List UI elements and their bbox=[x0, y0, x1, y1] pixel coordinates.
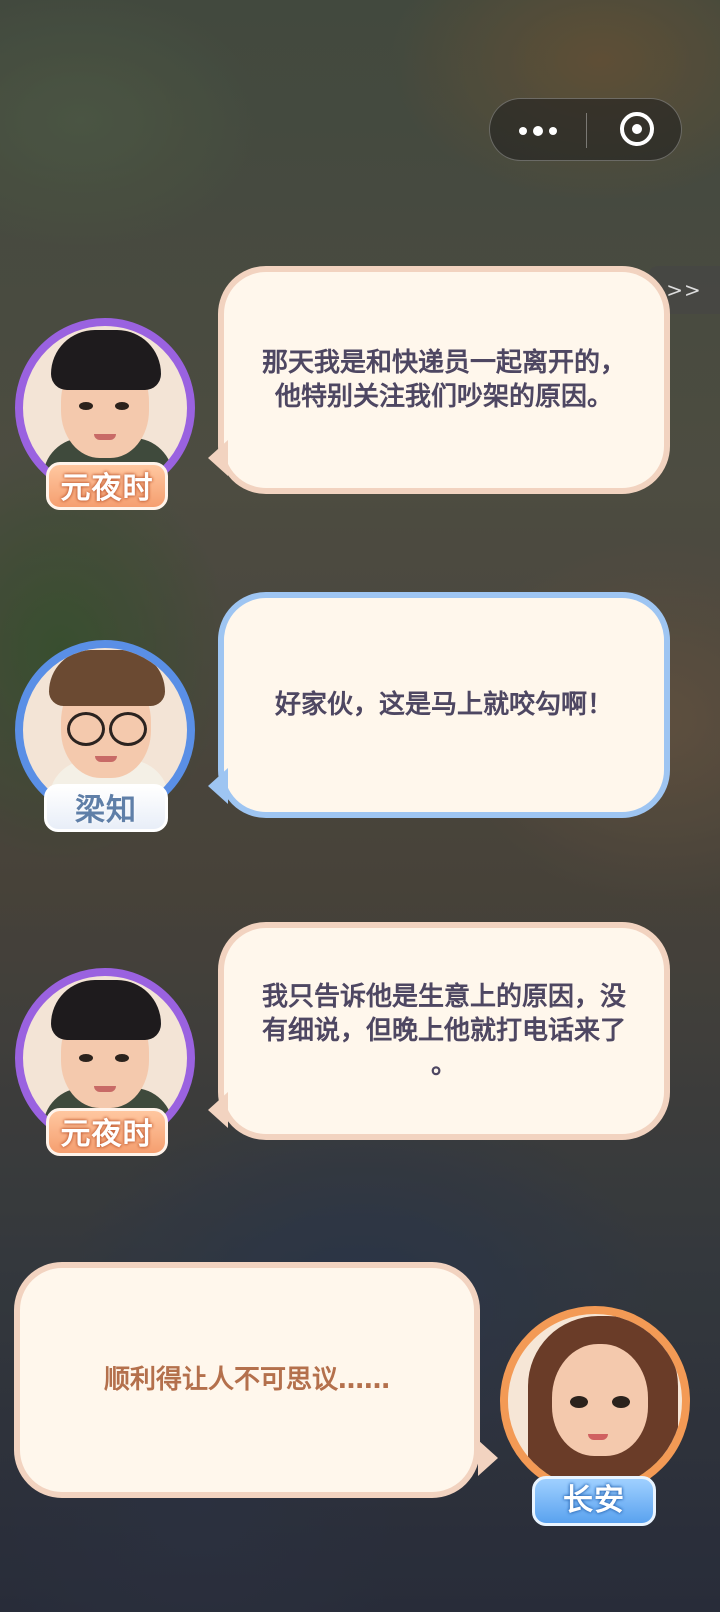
miniprogram-capsule bbox=[489, 98, 682, 161]
dialogue-text: 好家伙，这是马上就咬勾啊！ bbox=[275, 688, 613, 722]
dialogue-bubble: 好家伙，这是马上就咬勾啊！ bbox=[218, 592, 670, 818]
bubble-tail bbox=[208, 440, 228, 476]
dialogue-line: 那天我是和快递员一起离开的， bbox=[261, 348, 626, 378]
speaker-tag: 元夜时 bbox=[46, 1108, 168, 1156]
speaker-tag: 长安 bbox=[532, 1476, 656, 1526]
bubble-tail bbox=[208, 1092, 228, 1128]
dialogue-line: 。 bbox=[430, 1050, 457, 1080]
dialogue-line: 顺利得让人不可思议…… bbox=[103, 1365, 390, 1395]
bubble-tail bbox=[208, 768, 228, 804]
dialogue-text: 我只告诉他是生意上的原因，没 有细说，但晚上他就打电话来了 。 bbox=[262, 980, 626, 1082]
glasses-lens bbox=[109, 712, 147, 746]
dialogue-line: 我只告诉他是生意上的原因，没 bbox=[261, 982, 626, 1012]
bubble-tail bbox=[478, 1440, 498, 1476]
dialogue-line: 好家伙，这是马上就咬勾啊！ bbox=[274, 690, 613, 720]
dialogue-bubble: 那天我是和快递员一起离开的， 他特别关注我们吵架的原因。 bbox=[218, 266, 670, 494]
speaker-tag: 梁知 bbox=[44, 784, 168, 832]
avatar-changan bbox=[500, 1306, 690, 1496]
dialogue-text: 那天我是和快递员一起离开的， 他特别关注我们吵架的原因。 bbox=[262, 346, 626, 414]
dialogue-bubble: 我只告诉他是生意上的原因，没 有细说，但晚上他就打电话来了 。 bbox=[218, 922, 670, 1140]
dialogue-text: 顺利得让人不可思议…… bbox=[104, 1363, 390, 1397]
glasses-lens bbox=[67, 712, 105, 746]
speaker-tag: 元夜时 bbox=[46, 462, 168, 510]
dialogue-line: 他特别关注我们吵架的原因。 bbox=[274, 382, 613, 412]
capsule-divider bbox=[586, 113, 587, 148]
dialogue-line: 有细说，但晚上他就打电话来了 bbox=[261, 1016, 626, 1046]
dialogue-bubble: 顺利得让人不可思议…… bbox=[14, 1262, 480, 1498]
target-icon[interactable] bbox=[620, 112, 654, 146]
more-dots-icon[interactable] bbox=[490, 99, 586, 162]
